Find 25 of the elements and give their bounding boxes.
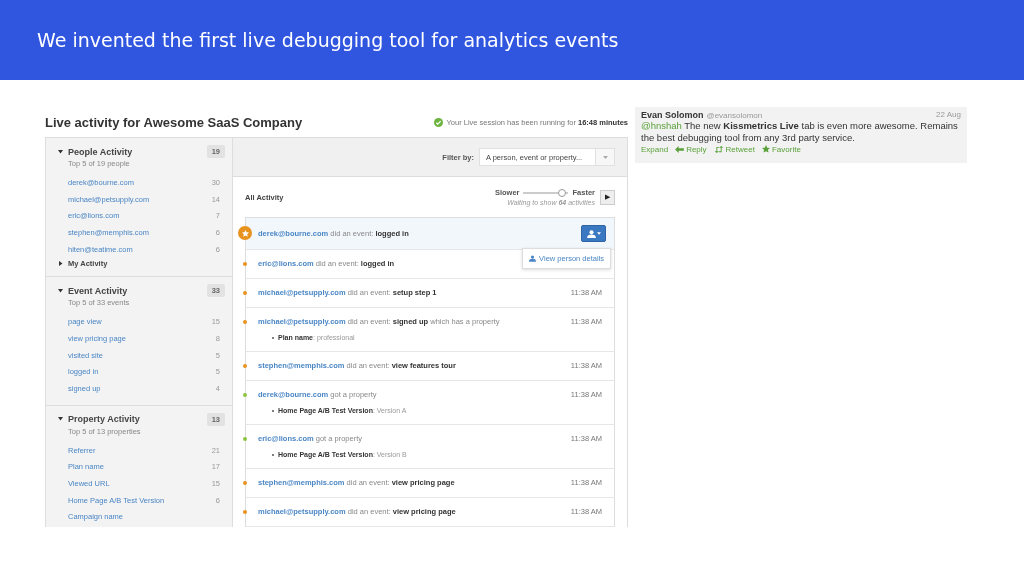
- author-name: Evan Solomon: [641, 110, 704, 120]
- caret-icon: [596, 232, 601, 235]
- person-menu-button[interactable]: [581, 225, 606, 242]
- tweet-text: @hnshah The new Kissmetrics Live tab is even more awesome. Remains the best debugging tool from any 3rd party service.: [641, 120, 959, 145]
- check-circle-icon: [434, 117, 444, 127]
- retweet-icon: [713, 145, 724, 153]
- author-handle: @evansolomon: [706, 111, 763, 120]
- tweet-action[interactable]: Retweet: [713, 144, 755, 154]
- section-title: Property Activity: [68, 414, 140, 425]
- left-arrow-icon: [675, 145, 685, 153]
- person-icon: [529, 255, 537, 262]
- mention-link[interactable]: @hnshah: [641, 120, 682, 131]
- tweet-date: 22 Aug: [936, 110, 961, 120]
- slider-thumb[interactable]: [557, 188, 566, 197]
- speed-slider[interactable]: [523, 191, 569, 194]
- tweet-action[interactable]: Expand: [641, 144, 669, 154]
- person-icon: [586, 229, 596, 238]
- section-title: People Activity: [68, 146, 133, 157]
- tweet-action[interactable]: Reply: [675, 144, 707, 154]
- caret-icon: [602, 155, 608, 159]
- slide-title: We invented the first live debugging tool for analytics events: [37, 29, 619, 51]
- star-icon: [761, 145, 770, 154]
- page-title: Live activity for Awesome SaaS Company: [45, 114, 303, 130]
- tweet-action[interactable]: Favorite: [761, 144, 801, 154]
- section-title: Event Activity: [68, 285, 128, 296]
